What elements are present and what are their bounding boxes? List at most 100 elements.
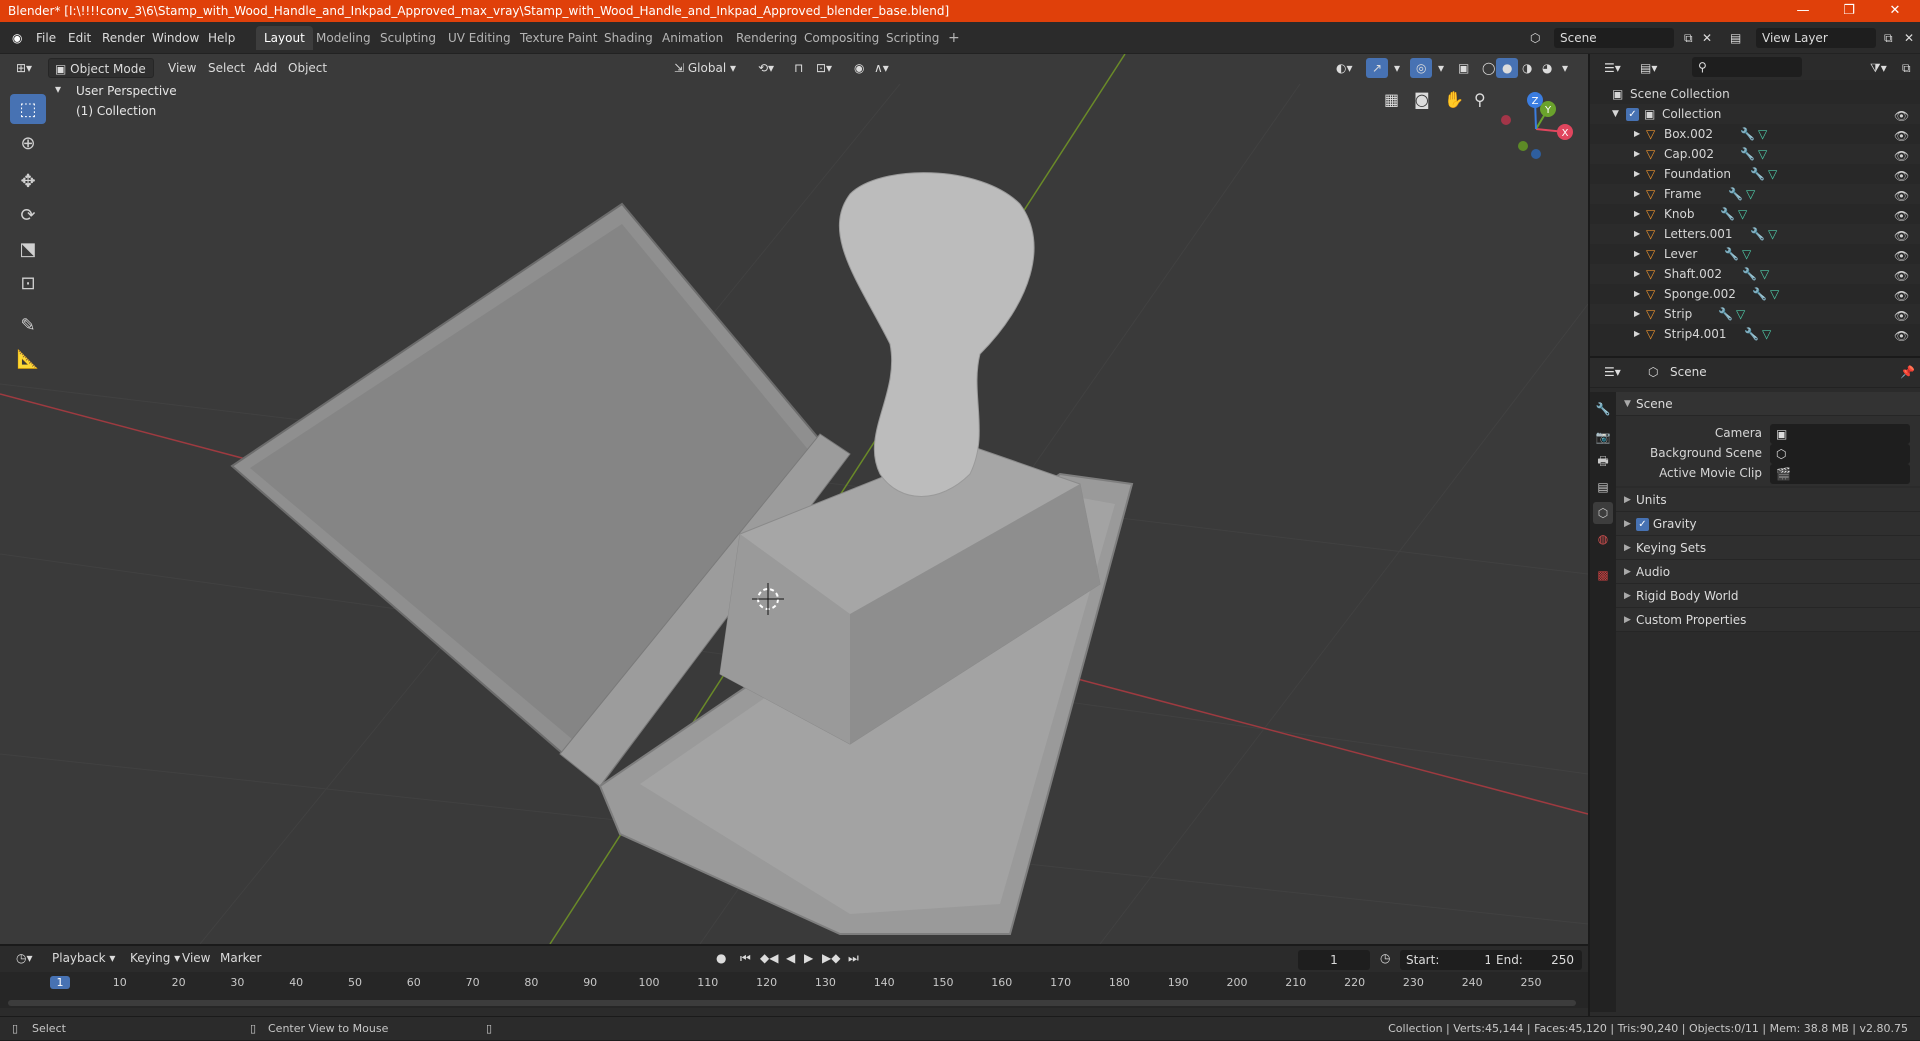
scene-icon[interactable]: ⬡ (1524, 28, 1546, 48)
3d-viewport[interactable]: X Y Z ⊞▾ ▣ Object Mode ▾ View Select Add… (0, 54, 1588, 944)
menu-playback[interactable]: Playback ▾ (46, 948, 121, 968)
visibility-eye-icon[interactable]: 👁 (1894, 146, 1910, 163)
visibility-eye-icon[interactable]: 👁 (1894, 266, 1910, 283)
rigid-body-world-panel[interactable]: ▶ Rigid Body World (1616, 584, 1920, 608)
rotate-tool-icon[interactable]: ⟳ (10, 200, 46, 230)
expand-arrow-icon[interactable]: ▶ (1634, 304, 1640, 324)
tab-scripting[interactable]: Scripting (878, 26, 947, 50)
tab-uv-editing[interactable]: UV Editing (440, 26, 519, 50)
xray-icon[interactable]: ▣ (1452, 58, 1475, 78)
timeline-ruler[interactable]: 1 10 20 30 40 50 60 70 80 90 100 110 120 130 140 150 160… (0, 972, 1588, 1008)
collection-checkbox[interactable]: ✓ (1626, 104, 1639, 124)
select-box-tool-icon[interactable]: ⬚ (10, 94, 46, 124)
end-frame-field[interactable]: End: 250 (1490, 950, 1582, 970)
outliner-object-row[interactable]: ▶ ▽ Knob 🔧 ▽ 👁 (1590, 204, 1920, 224)
tab-shading[interactable]: Shading (596, 26, 661, 50)
visibility-eye-icon[interactable]: 👁 (1894, 326, 1910, 343)
collection-expand-icon[interactable]: ▼ (1612, 104, 1619, 124)
pivot-icon[interactable]: ⟲▾ (752, 58, 780, 78)
minimize-button[interactable]: — (1780, 0, 1826, 22)
expand-arrow-icon[interactable]: ▶ (1634, 184, 1640, 204)
collection-row[interactable]: ▼ ✓ ▣ Collection 👁 (1590, 104, 1920, 124)
tab-modeling[interactable]: Modeling (308, 26, 379, 50)
jump-end-icon[interactable]: ⏭ (842, 948, 865, 968)
timeline-editor-type-icon[interactable]: ◷▾ (10, 948, 39, 968)
start-frame-field[interactable]: Start: 1 (1400, 950, 1500, 970)
visibility-eye-icon[interactable]: 👁 (1894, 286, 1910, 303)
blender-logo-icon[interactable]: ◉ (6, 28, 28, 48)
outliner-object-row[interactable]: ▶ ▽ Frame 🔧 ▽ 👁 (1590, 184, 1920, 204)
record-icon[interactable]: ● (710, 948, 732, 968)
expand-arrow-icon[interactable]: ▶ (1634, 164, 1640, 184)
menu-marker[interactable]: Marker (214, 948, 267, 968)
timeline-scrollbar[interactable] (8, 1000, 1576, 1006)
tab-animation[interactable]: Animation (654, 26, 731, 50)
menu-add[interactable]: Add (248, 58, 283, 78)
render-tab-icon[interactable]: 📷 (1593, 426, 1613, 448)
overlay-dropdown-icon[interactable]: ▾ (1432, 58, 1450, 78)
cursor-tool-icon[interactable]: ⊕ (10, 128, 46, 158)
expand-arrow-icon[interactable]: ▶ (1634, 284, 1640, 304)
measure-tool-icon[interactable]: 📐 (10, 344, 46, 374)
outliner-editor-type-icon[interactable]: ☰▾ (1598, 58, 1627, 78)
outliner-object-row[interactable]: ▶ ▽ Sponge.002 🔧 ▽ 👁 (1590, 284, 1920, 304)
move-tool-icon[interactable]: ✥ (10, 166, 46, 196)
active-movie-clip-field[interactable]: 🎬 (1770, 464, 1910, 484)
snap-icon[interactable]: ⊓ (788, 58, 809, 78)
custom-properties-panel[interactable]: ▶ Custom Properties (1616, 608, 1920, 632)
camera-view-icon[interactable]: ◙ (1414, 90, 1430, 109)
tab-rendering[interactable]: Rendering (728, 26, 805, 50)
units-panel[interactable]: ▶ Units (1616, 488, 1920, 512)
outliner-object-row[interactable]: ▶ ▽ Shaft.002 🔧 ▽ 👁 (1590, 264, 1920, 284)
visibility-eye-icon[interactable]: 👁 (1894, 306, 1910, 323)
annotate-tool-icon[interactable]: ✎ (10, 310, 46, 340)
menu-object[interactable]: Object (282, 58, 333, 78)
clock-icon[interactable]: ◷ (1374, 948, 1396, 968)
visibility-eye-icon[interactable]: 👁 (1894, 166, 1910, 183)
visibility-eye-icon[interactable]: 👁 (1894, 246, 1910, 263)
menu-render[interactable]: Render (96, 28, 151, 48)
editor-type-icon[interactable]: ⊞▾ (10, 58, 38, 78)
grid-view-icon[interactable]: ▦ (1384, 90, 1399, 109)
outliner-object-row[interactable]: ▶ ▽ Lever 🔧 ▽ 👁 (1590, 244, 1920, 264)
audio-panel[interactable]: ▶ Audio (1616, 560, 1920, 584)
menu-help[interactable]: Help (202, 28, 241, 48)
tab-compositing[interactable]: Compositing (796, 26, 887, 50)
pan-hand-icon[interactable]: ✋ (1444, 90, 1464, 109)
current-frame-field[interactable]: 1 (1298, 950, 1370, 970)
add-workspace-button[interactable]: + (940, 26, 968, 50)
zoom-icon[interactable]: ⚲ (1474, 90, 1486, 109)
outliner-object-row[interactable]: ▶ ▽ Foundation 🔧 ▽ 👁 (1590, 164, 1920, 184)
delete-scene-icon[interactable]: ✕ (1696, 28, 1718, 48)
falloff-icon[interactable]: ∧▾ (868, 58, 895, 78)
visibility-eye-icon[interactable]: 👁 (1894, 226, 1910, 243)
restore-button[interactable]: ❐ (1826, 0, 1872, 22)
mode-selector[interactable]: ▣ Object Mode ▾ (48, 58, 154, 96)
scene-collection-row[interactable]: ▣ Scene Collection (1590, 84, 1920, 104)
expand-arrow-icon[interactable]: ▶ (1634, 224, 1640, 244)
view-layer-selector[interactable]: View Layer (1756, 28, 1876, 48)
expand-arrow-icon[interactable]: ▶ (1634, 264, 1640, 284)
expand-arrow-icon[interactable]: ▶ (1634, 204, 1640, 224)
camera-field[interactable]: ▣ (1770, 424, 1910, 444)
collection-visibility-eye-icon[interactable]: 👁 (1894, 106, 1910, 123)
gizmo-dropdown-icon[interactable]: ▾ (1388, 58, 1406, 78)
tab-layout[interactable]: Layout (256, 26, 313, 50)
gravity-checkbox[interactable]: ✓ (1636, 518, 1649, 531)
overlay-toggle-icon[interactable]: ◎ (1410, 58, 1433, 78)
tab-sculpting[interactable]: Sculpting (372, 26, 444, 50)
expand-arrow-icon[interactable]: ▶ (1634, 124, 1640, 144)
outliner-object-row[interactable]: ▶ ▽ Strip4.001 🔧 ▽ 👁 (1590, 324, 1920, 344)
visibility-eye-icon[interactable]: 👁 (1894, 126, 1910, 143)
viewport-scene[interactable]: X Y Z (0, 54, 1588, 944)
properties-editor-type-icon[interactable]: ☰▾ (1598, 362, 1627, 382)
transform-tool-icon[interactable]: ⊡ (10, 268, 46, 298)
visibility-icon[interactable]: ◐▾ (1330, 58, 1359, 78)
scale-tool-icon[interactable]: ⬔ (10, 234, 46, 264)
keying-sets-panel[interactable]: ▶ Keying Sets (1616, 536, 1920, 560)
outliner-object-row[interactable]: ▶ ▽ Box.002 🔧 ▽ 👁 (1590, 124, 1920, 144)
new-view-layer-icon[interactable]: ⧉ (1878, 28, 1899, 48)
menu-file[interactable]: File (30, 28, 62, 48)
expand-arrow-icon[interactable]: ▶ (1634, 144, 1640, 164)
menu-edit[interactable]: Edit (62, 28, 97, 48)
